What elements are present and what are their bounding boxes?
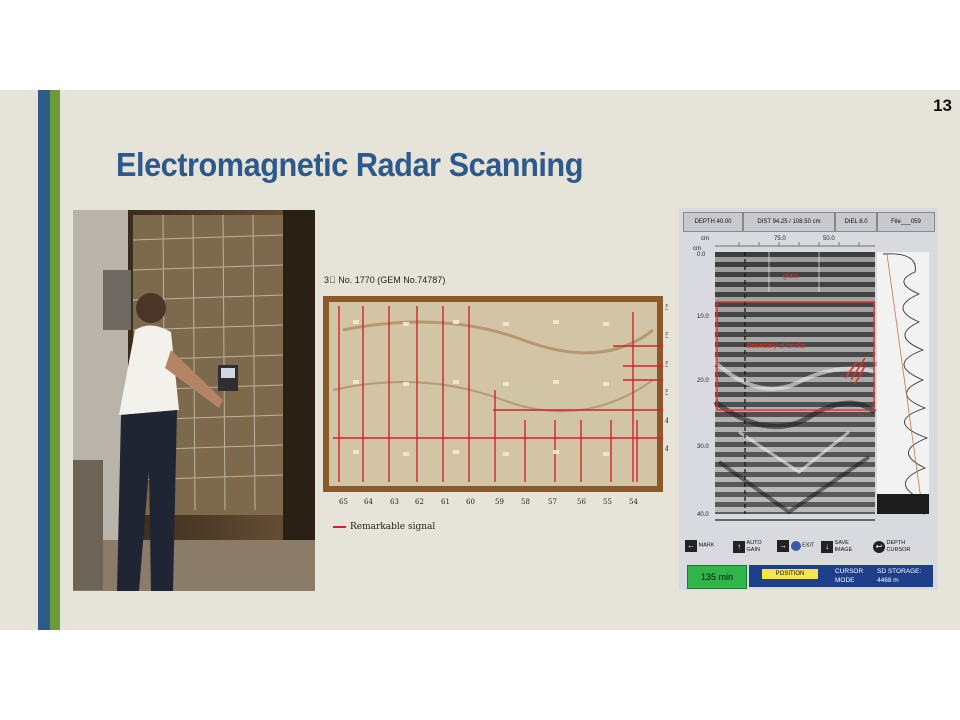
row-label: 48 xyxy=(665,445,668,453)
save-image-button-label: SAVE IMAGE xyxy=(834,540,853,553)
signal-line-swatch xyxy=(333,525,346,528)
left-axis-tick: 10.0 xyxy=(697,314,709,320)
column-label: 58 xyxy=(521,498,530,506)
dielectric-readout: DIEL 8.0 xyxy=(835,212,877,232)
auto-gain-button-label: AUTO GAIN xyxy=(746,540,762,553)
scanning-photo xyxy=(73,210,315,591)
column-label: 61 xyxy=(441,498,450,506)
auto-gain-button[interactable]: ↑ AUTO GAIN xyxy=(733,540,777,562)
wall-map: 53 52 51 50 49 48 65 64 63 62 61 60 59 5… xyxy=(323,296,668,506)
slide: 13 Electromagnetic Radar Scanning xyxy=(0,90,960,630)
exit-button-label: EXIT xyxy=(802,542,815,549)
row-label: 51 xyxy=(665,361,668,369)
top-axis-tick: 50.0 xyxy=(823,236,835,242)
row-label: 53 xyxy=(665,304,668,312)
column-label: 63 xyxy=(390,498,399,506)
boundary-annotation: Boundary of bricks xyxy=(747,343,805,350)
wall-map-legend: Remarkable signal xyxy=(333,522,435,532)
column-label: 54 xyxy=(629,498,638,506)
slide-title: Electromagnetic Radar Scanning xyxy=(116,146,583,183)
battery-time: 135 min xyxy=(687,565,747,589)
column-label: 64 xyxy=(364,498,373,506)
left-axis-tick: 40.0 xyxy=(697,512,709,518)
cursor-mode-label: CURSOR MODE xyxy=(831,565,873,587)
row-label: 50 xyxy=(665,389,668,397)
arrow-down-icon: ↓ xyxy=(821,541,833,553)
page-number: 13 xyxy=(933,96,952,115)
left-axis-tick: 30.0 xyxy=(697,444,709,450)
column-label: 56 xyxy=(577,498,586,506)
glass-annotation: glass xyxy=(783,273,800,280)
back-arrow-icon: ↩ xyxy=(873,541,885,553)
top-axis-tick: 75.0 xyxy=(774,236,786,242)
column-label: 60 xyxy=(466,498,475,506)
depth-cursor-button[interactable]: ↩ DEPTH CURSOR xyxy=(873,540,933,562)
row-label: 52 xyxy=(665,332,668,340)
scanning-photo-illustration xyxy=(73,210,315,591)
position-badge: POSITION xyxy=(762,569,818,579)
save-image-button[interactable]: ↓ SAVE IMAGE xyxy=(821,540,871,562)
row-label: 49 xyxy=(665,417,668,425)
file-readout: File___059 xyxy=(877,212,935,232)
mark-button-label: MARK xyxy=(698,542,715,549)
arrow-right-icon: → xyxy=(777,540,789,552)
column-label: 62 xyxy=(415,498,424,506)
mark-button[interactable]: ← MARK xyxy=(685,540,733,562)
radargram: cm cm 75.0 50.0 0.0 10.0 20.0 30.0 40.0 … xyxy=(693,236,929,521)
depth-readout: DEPTH 40.00 xyxy=(683,212,743,232)
left-axis-tick: 0.0 xyxy=(697,252,706,258)
distance-readout: DIST 94.25 / 108.50 cm xyxy=(743,212,835,232)
exit-icon xyxy=(790,541,801,551)
left-axis-tick: 20.0 xyxy=(697,378,709,384)
exit-button[interactable]: → EXIT xyxy=(777,540,821,562)
radar-screen: DEPTH 40.00 DIST 94.25 / 108.50 cm DIEL … xyxy=(679,208,938,590)
column-label: 57 xyxy=(548,498,557,506)
column-label: 59 xyxy=(495,498,504,506)
column-label: 55 xyxy=(603,498,612,506)
top-axis-unit: cm xyxy=(701,236,709,242)
depth-cursor-button-label: DEPTH CURSOR xyxy=(886,540,911,553)
arrow-up-icon: ↑ xyxy=(733,541,745,553)
accent-bar-blue xyxy=(38,90,50,630)
arrow-left-icon: ← xyxy=(685,540,697,552)
sd-storage-label: SD STORAGE: 4468 m xyxy=(873,565,933,587)
column-label: 65 xyxy=(339,498,348,506)
accent-bar-green xyxy=(50,90,60,630)
position-panel: POSITION xyxy=(749,565,831,587)
legend-label: Remarkable signal xyxy=(350,522,436,532)
